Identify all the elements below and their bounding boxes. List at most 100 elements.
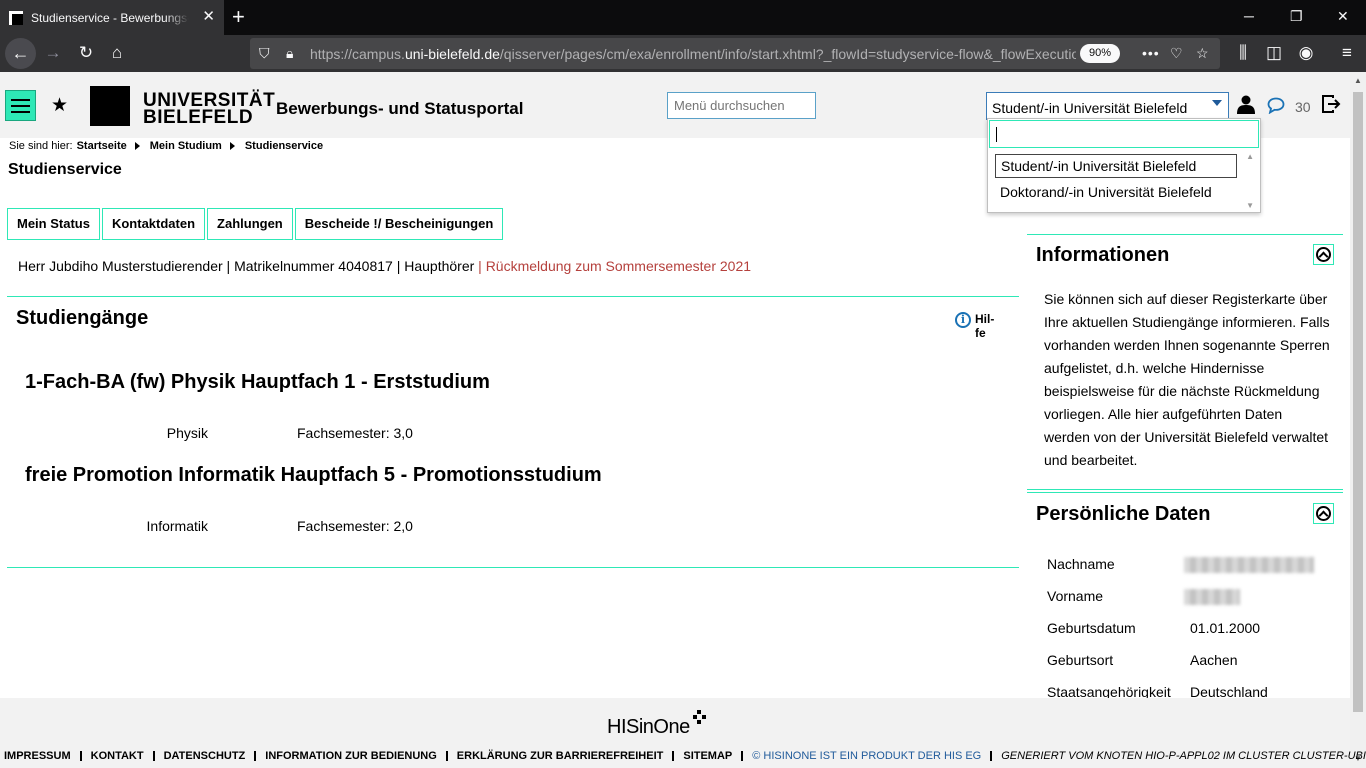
footer-link-bedienung[interactable]: INFORMATION ZUR BEDIENUNG xyxy=(265,750,437,762)
hamburger-menu-icon[interactable] xyxy=(5,90,36,121)
footer-link-datenschutz[interactable]: DATENSCHUTZ xyxy=(164,750,246,762)
close-window-icon[interactable]: ✕ xyxy=(1337,8,1349,25)
footer-link-kontakt[interactable]: KONTAKT xyxy=(91,750,144,762)
role-dropdown: Student/-in Universität Bielefeld Doktor… xyxy=(987,118,1261,213)
course-semester: Fachsemester: 3,0 xyxy=(297,425,413,441)
divider xyxy=(1027,492,1343,493)
tab-bescheide[interactable]: Bescheide !/ Bescheinigungen xyxy=(294,208,504,240)
bookmark-star-icon[interactable]: ☆ xyxy=(1196,44,1209,62)
menu-icon[interactable]: ≡ xyxy=(1336,42,1358,64)
page-scrollbar[interactable]: ▲ ▼ xyxy=(1350,72,1366,768)
breadcrumb-home[interactable]: Startseite xyxy=(77,140,127,152)
footer-copyright[interactable]: © HISINONE IST EIN PRODUKT DER HIS EG xyxy=(752,750,981,762)
url-text[interactable]: https://campus.uni-bielefeld.de/qisserve… xyxy=(310,46,1076,62)
chevron-down-icon xyxy=(1212,100,1222,106)
role-select-value: Student/-in Universität Bielefeld xyxy=(992,100,1188,116)
close-tab-icon[interactable]: ✕ xyxy=(202,9,215,25)
pocket-icon[interactable]: ♡ xyxy=(1170,44,1183,62)
reload-icon[interactable]: ↻ xyxy=(75,42,97,64)
role-select[interactable]: Student/-in Universität Bielefeld xyxy=(986,92,1229,120)
divider xyxy=(1027,489,1343,490)
browser-tabbar: Studienservice - Bewerbungs- u ✕ + ─ ❐ ✕ xyxy=(0,0,1366,35)
personal-row-nachname: Nachname xyxy=(1047,556,1337,576)
logout-icon[interactable] xyxy=(1321,94,1341,114)
footer-link-impressum[interactable]: IMPRESSUM xyxy=(4,750,71,762)
breadcrumb-mein-studium[interactable]: Mein Studium xyxy=(150,140,222,152)
role-option-student[interactable]: Student/-in Universität Bielefeld xyxy=(995,154,1237,178)
footer-link-sitemap[interactable]: SITEMAP xyxy=(683,750,732,762)
tab-kontaktdaten[interactable]: Kontaktdaten xyxy=(101,208,206,240)
collapse-icon xyxy=(1316,247,1331,262)
tab-zahlungen[interactable]: Zahlungen xyxy=(207,208,293,240)
collapse-info-panel-button[interactable] xyxy=(1313,244,1334,265)
personal-panel-title: Persönliche Daten xyxy=(1036,503,1211,525)
footer-link-barrierefreiheit[interactable]: ERKLÄRUNG ZUR BARRIEREFREIHEIT xyxy=(457,750,664,762)
favorites-star-icon[interactable]: ★ xyxy=(51,94,68,117)
footer-generated: GENERIERT VOM KNOTEN HIO-P-APPL02 IM CLU… xyxy=(1001,750,1366,762)
browser-tab[interactable]: Studienservice - Bewerbungs- u ✕ xyxy=(0,0,224,35)
studies-section-title: Studiengänge xyxy=(16,307,149,329)
info-panel-title: Informationen xyxy=(1036,244,1170,266)
course-subject: Physik xyxy=(166,425,208,441)
scroll-up-icon[interactable]: ▲ xyxy=(1246,152,1254,161)
help-button[interactable]: i Hil-fe xyxy=(955,312,999,340)
redacted-value xyxy=(1184,557,1314,573)
minimize-icon[interactable]: ─ xyxy=(1244,8,1254,24)
redacted-value xyxy=(1184,589,1240,605)
scroll-down-icon[interactable]: ▼ xyxy=(1246,201,1254,210)
breadcrumb: Sie sind hier: Startseite Mein Studium S… xyxy=(9,140,324,152)
breadcrumb-separator-icon xyxy=(229,142,235,150)
university-logo-icon[interactable] xyxy=(90,86,136,126)
breadcrumb-current: Studienservice xyxy=(244,140,324,152)
student-info: Herr Jubdiho Musterstudierender | Matrik… xyxy=(18,258,752,274)
personal-row-geburtsdatum: Geburtsdatum 01.01.2000 xyxy=(1047,620,1261,636)
university-logo-text[interactable]: UNIVERSITÄT BIELEFELD xyxy=(143,91,275,127)
tab-bar: Mein Status Kontaktdaten Zahlungen Besch… xyxy=(7,208,504,240)
breadcrumb-separator-icon xyxy=(134,142,140,150)
tab-title: Studienservice - Bewerbungs- u xyxy=(31,10,189,25)
scroll-up-icon[interactable]: ▲ xyxy=(1354,76,1362,85)
personal-row-vorname: Vorname xyxy=(1047,588,1337,608)
scrollbar-thumb[interactable] xyxy=(1353,92,1363,712)
role-option-doctoral[interactable]: Doktorand/-in Universität Bielefeld xyxy=(995,181,1217,203)
favicon-icon xyxy=(9,10,23,25)
home-icon[interactable]: ⌂ xyxy=(106,42,128,64)
collapse-personal-panel-button[interactable] xyxy=(1313,503,1334,524)
personal-row-geburtsort: Geburtsort Aachen xyxy=(1047,652,1238,668)
restore-icon[interactable]: ❐ xyxy=(1290,8,1303,25)
back-icon[interactable]: ← xyxy=(5,38,36,69)
info-panel-text: Sie können sich auf dieser Registerkarte… xyxy=(1044,291,1330,468)
zoom-badge[interactable]: 90% xyxy=(1080,44,1120,63)
page-title: Studienservice xyxy=(8,161,122,178)
reregistration-alert[interactable]: | Rückmeldung zum Sommersemester 2021 xyxy=(478,258,751,274)
message-icon[interactable] xyxy=(1267,97,1285,114)
page-actions-icon[interactable]: ••• xyxy=(1142,44,1160,62)
footer-links: IMPRESSUM KONTAKT DATENSCHUTZ INFORMATIO… xyxy=(4,750,1366,762)
help-label: Hil-fe xyxy=(975,312,995,340)
menu-search-input[interactable] xyxy=(667,92,816,119)
divider xyxy=(1027,234,1343,235)
shield-icon[interactable]: ⛉ xyxy=(259,44,270,62)
new-tab-icon[interactable]: + xyxy=(232,5,245,29)
tab-mein-status[interactable]: Mein Status xyxy=(7,208,100,240)
divider xyxy=(7,567,1019,568)
hisinone-logo[interactable]: HISinOne xyxy=(607,716,690,739)
message-count[interactable]: 30 xyxy=(1295,99,1311,115)
info-icon: i xyxy=(955,312,971,328)
url-bar[interactable]: ⛉ 🔒︎ https://campus.uni-bielefeld.de/qis… xyxy=(250,38,1220,69)
collapse-icon xyxy=(1316,506,1331,521)
forward-icon[interactable]: → xyxy=(42,42,64,64)
sidebar-icon[interactable]: ◫ xyxy=(1263,42,1285,64)
browser-navbar: ← → ↻ ⌂ ⛉ 🔒︎ https://campus.uni-bielefel… xyxy=(0,35,1366,72)
lock-icon[interactable]: 🔒︎ xyxy=(286,44,293,62)
divider xyxy=(7,296,1019,297)
course-semester: Fachsemester: 2,0 xyxy=(297,518,413,534)
account-icon[interactable]: ◉ xyxy=(1295,42,1317,64)
course-title: freie Promotion Informatik Hauptfach 5 -… xyxy=(25,464,602,486)
role-dropdown-search-input[interactable] xyxy=(989,120,1259,148)
user-icon[interactable] xyxy=(1236,94,1256,114)
library-icon[interactable]: ⫼ xyxy=(1232,42,1254,64)
course-subject: Informatik xyxy=(146,518,208,534)
course-title: 1-Fach-BA (fw) Physik Hauptfach 1 - Erst… xyxy=(25,371,490,393)
portal-title: Bewerbungs- und Statusportal xyxy=(276,99,524,118)
